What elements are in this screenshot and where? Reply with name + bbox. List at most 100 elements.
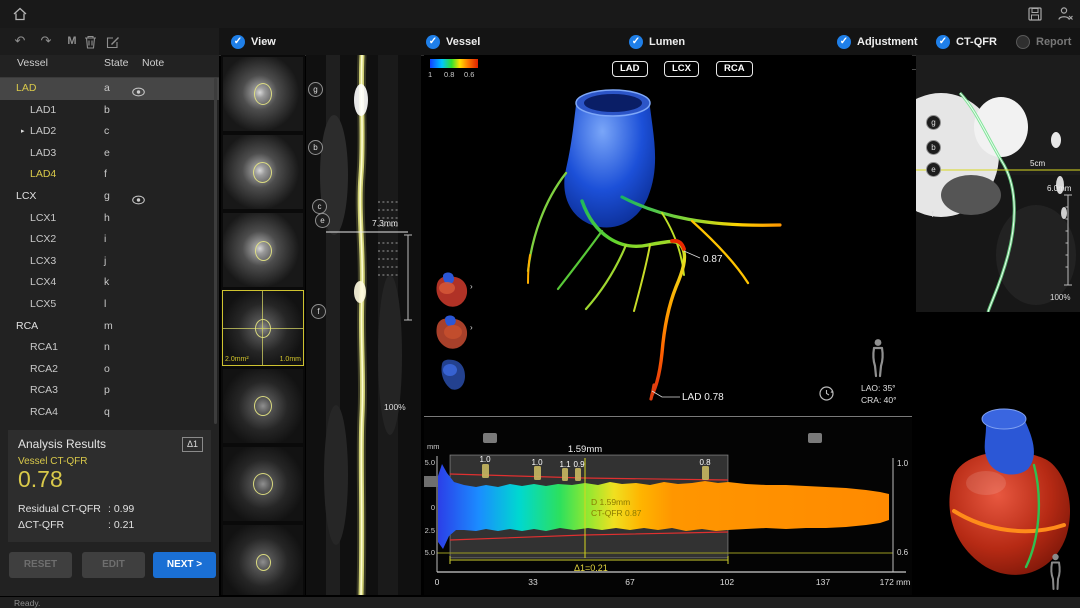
measure-tool-button[interactable]: M	[62, 28, 82, 54]
edit-icon[interactable]	[106, 35, 120, 49]
cross-section-thumb[interactable]	[223, 135, 303, 209]
tab-adjustment[interactable]: ✓ Adjustment	[830, 28, 925, 55]
diameter-chart: 1.59mm 1.0 1.0 1.1 0.9 0.8 D 1.59mm CT-Q…	[424, 418, 912, 595]
lumen-contour	[254, 396, 272, 416]
vessel-row-lcx5[interactable]: LCX5 l	[0, 294, 219, 316]
tab-ct-qfr[interactable]: ✓ CT-QFR	[929, 28, 1004, 55]
home-icon[interactable]	[12, 6, 28, 22]
tab-vessel[interactable]: ✓ Vessel	[419, 28, 487, 55]
branch-marker-g[interactable]: g	[926, 115, 941, 130]
vessel-row-rca[interactable]: RCA m	[0, 316, 219, 338]
distal-qfr-annotation: LAD 0.78	[682, 392, 724, 403]
cross-section-thumb[interactable]	[223, 57, 303, 131]
branch-marker-b[interactable]: b	[308, 140, 323, 155]
residual-qfr-value: : 0.99	[108, 503, 134, 515]
rca-button[interactable]: RCA	[716, 61, 753, 77]
vessel-row-lcx2[interactable]: LCX2 i	[0, 229, 219, 251]
qfr-marker-label: 0.8	[699, 458, 711, 467]
y-tick: 2.5	[425, 526, 435, 535]
user-logout-icon[interactable]	[1057, 6, 1074, 22]
x-tick: 137	[816, 577, 830, 587]
branch-marker-g[interactable]: g	[308, 82, 323, 97]
branch-marker-f[interactable]: f	[311, 304, 326, 319]
straightened-mpr-view[interactable]: 7.3mm 100% g b c e f	[306, 55, 421, 595]
tab-view[interactable]: ✓ View	[224, 28, 283, 55]
heart-orientation-thumb[interactable]	[432, 352, 470, 396]
pullback-chart-panel[interactable]: 1.59mm 1.0 1.0 1.1 0.9 0.8 D 1.59mm CT-Q…	[424, 418, 912, 595]
heart-thumb-arrow[interactable]: ›	[470, 282, 473, 291]
scale-label: 5cm	[1030, 159, 1045, 168]
vessel-row-lcx1[interactable]: LCX1 h	[0, 208, 219, 230]
vessel-row-lcx[interactable]: LCX g	[0, 186, 219, 208]
cursor-tooltip-diameter: D 1.59mm	[591, 497, 630, 507]
analysis-title: Analysis Results	[18, 437, 106, 451]
branch-marker-e[interactable]: e	[926, 162, 941, 177]
application-window: ↶ ↷ M ✓ View ✓ Vessel ✓ Lumen ✓ Adjustme…	[0, 0, 1080, 608]
lumen-contour	[255, 319, 271, 338]
qfr-colorbar	[430, 59, 478, 68]
lumen-contour	[256, 554, 271, 571]
vessel-tree-3d-view[interactable]: 0.87 LAD 0.78 › › LAO: 35° C	[424, 55, 912, 416]
curved-mpr-view[interactable]: 5cm 6.0mm 100% g b e f	[916, 55, 1080, 312]
heart-3d-view[interactable]	[916, 315, 1080, 595]
check-icon: ✓	[629, 35, 643, 49]
vessel-row-lad[interactable]: LAD a	[0, 78, 219, 100]
cross-section-thumb[interactable]	[223, 447, 303, 521]
redo-icon[interactable]: ↷	[36, 28, 56, 54]
branch-marker-e[interactable]: e	[315, 213, 330, 228]
expand-arrow-icon[interactable]: ▸	[21, 121, 25, 143]
vessel-row-rca2[interactable]: RCA2 o	[0, 359, 219, 381]
range-handle[interactable]	[483, 433, 497, 443]
cross-section-thumb[interactable]	[223, 213, 303, 287]
vessel-row-rca4[interactable]: RCA4 q	[0, 402, 219, 424]
patient-orientation-figure-icon[interactable]	[870, 338, 886, 378]
tab-report[interactable]: Report	[1009, 28, 1078, 55]
x-tick: 0	[435, 577, 440, 587]
delete-icon[interactable]	[84, 35, 97, 49]
vessel-row-lcx4[interactable]: LCX4 k	[0, 272, 219, 294]
tab-lumen[interactable]: ✓ Lumen	[622, 28, 692, 55]
y-tick: 5.0	[425, 548, 435, 557]
axis-handle[interactable]	[424, 476, 438, 487]
vessel-row-rca1[interactable]: RCA1 n	[0, 337, 219, 359]
branch-marker-f[interactable]: f	[926, 208, 939, 221]
lcx-button[interactable]: LCX	[664, 61, 699, 77]
colorbar-tick: 0.8	[444, 70, 454, 79]
qfr-marker-label: 0.9	[573, 460, 585, 469]
delta-badge[interactable]: Δ1	[182, 437, 203, 452]
branch-marker-c[interactable]: c	[312, 199, 327, 214]
edit-toolbar: ↶ ↷ M	[0, 28, 219, 55]
lao-angle-label: LAO: 35°	[861, 382, 897, 394]
stenosis-qfr-annotation: 0.87	[703, 254, 723, 265]
lumen-contour	[253, 473, 273, 495]
vessel-row-lad2[interactable]: ▸ LAD2 c	[0, 121, 219, 143]
vessel-row-rca3[interactable]: RCA3 p	[0, 380, 219, 402]
vessel-sidebar: Vessel State Note LAD a LAD1 b ▸ LAD2 c	[0, 55, 219, 596]
lad-button[interactable]: LAD	[612, 61, 648, 77]
heart-thumb-arrow[interactable]: ›	[470, 323, 473, 332]
cross-section-thumb[interactable]	[223, 525, 303, 595]
edit-button[interactable]: EDIT	[82, 552, 145, 578]
vessel-row-lad3[interactable]: LAD3 e	[0, 143, 219, 165]
patient-orientation-figure-icon[interactable]	[1048, 553, 1063, 591]
vessel-table-header: Vessel State Note	[0, 57, 219, 78]
title-bar	[0, 0, 1080, 29]
branch-marker-b[interactable]: b	[926, 140, 941, 155]
rotation-clock-icon[interactable]	[818, 385, 835, 402]
vessel-row-lcx3[interactable]: LCX3 j	[0, 251, 219, 273]
reset-button[interactable]: RESET	[9, 552, 72, 578]
undo-icon[interactable]: ↶	[10, 28, 30, 54]
status-text: Ready.	[14, 597, 40, 608]
vessel-row-lad4[interactable]: LAD4 f	[0, 164, 219, 186]
x-tick: 33	[528, 577, 538, 587]
vessel-row-lad1[interactable]: LAD1 b	[0, 100, 219, 122]
cross-section-thumb-selected[interactable]: 2.0mm² 1.0mm	[223, 291, 303, 365]
sidebar-scrollbar[interactable]	[214, 78, 217, 424]
save-icon[interactable]	[1028, 7, 1042, 21]
lumen-contour	[255, 241, 272, 261]
heart-orientation-thumb[interactable]	[429, 310, 471, 352]
cross-section-thumb[interactable]	[223, 369, 303, 443]
range-handle[interactable]	[808, 433, 822, 443]
next-button[interactable]: NEXT >	[153, 552, 216, 578]
heart-orientation-thumb[interactable]	[429, 268, 471, 310]
